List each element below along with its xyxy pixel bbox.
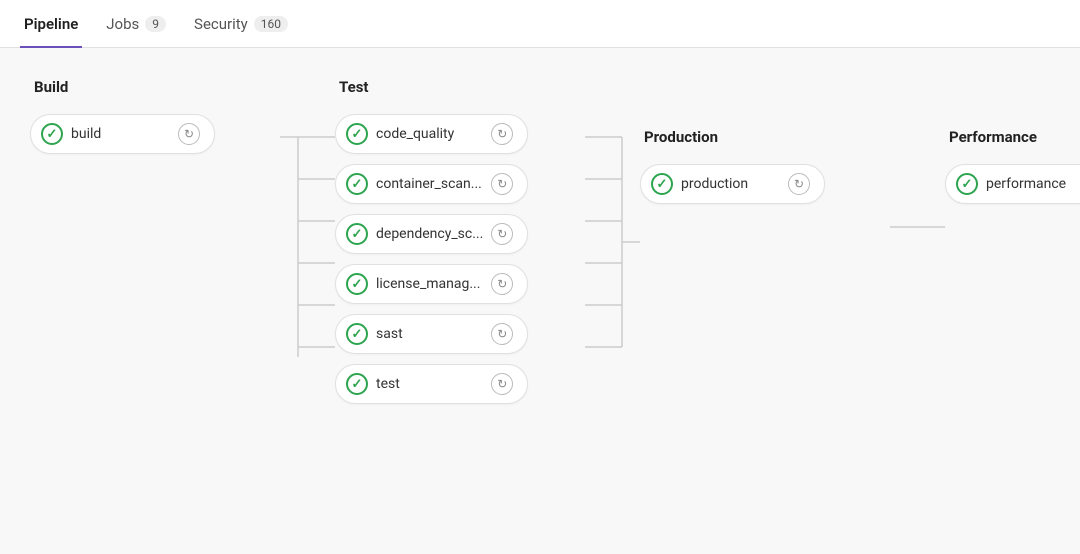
job-production-name: production	[681, 176, 780, 192]
job-sast-name: sast	[376, 326, 483, 342]
retry-icon-container-scan[interactable]: ↻	[491, 173, 513, 195]
job-code-quality[interactable]: code_quality ↻	[335, 114, 528, 154]
tab-bar: Pipeline Jobs 9 Security 160	[0, 0, 1080, 48]
connector-test-production	[585, 78, 640, 382]
job-production[interactable]: production ↻	[640, 164, 825, 204]
check-icon-container-scan	[346, 173, 368, 195]
job-license-manag-name: license_manag...	[376, 276, 483, 292]
connector-svg-production-performance	[890, 212, 945, 252]
retry-icon-dependency-sc[interactable]: ↻	[491, 223, 513, 245]
production-stage-wrapper: Production production ↻	[640, 78, 945, 252]
job-performance-name: performance	[986, 176, 1080, 192]
job-build-name: build	[71, 126, 170, 142]
job-test[interactable]: test ↻	[335, 364, 528, 404]
test-stage-wrapper: Test code_quality ↻ container_scan... ↻	[335, 78, 640, 404]
check-icon-code-quality	[346, 123, 368, 145]
check-icon-dependency-sc	[346, 223, 368, 245]
production-stage-header: Production	[640, 128, 718, 146]
check-icon-test	[346, 373, 368, 395]
retry-icon-code-quality[interactable]: ↻	[491, 123, 513, 145]
test-stage: Test code_quality ↻ container_scan... ↻	[335, 78, 585, 404]
tab-pipeline[interactable]: Pipeline	[20, 1, 82, 48]
job-dependency-sc-name: dependency_sc...	[376, 226, 483, 242]
tab-security[interactable]: Security 160	[190, 1, 292, 48]
job-license-manag[interactable]: license_manag... ↻	[335, 264, 528, 304]
production-stage-jobs: production ↻	[640, 164, 825, 204]
connector-svg-test-production	[585, 122, 640, 382]
build-stage: Build build ↻	[30, 78, 280, 154]
job-container-scan-name: container_scan...	[376, 176, 483, 192]
performance-stage-jobs: performance ↻	[945, 164, 1080, 204]
pipeline-content: Build build ↻	[0, 48, 1080, 434]
retry-icon-test[interactable]: ↻	[491, 373, 513, 395]
connector-svg-build-test	[280, 122, 335, 382]
tab-jobs[interactable]: Jobs 9	[102, 1, 170, 48]
test-stage-header: Test	[335, 78, 369, 96]
retry-icon-sast[interactable]: ↻	[491, 323, 513, 345]
connector-build-test	[280, 78, 335, 382]
tab-jobs-label: Jobs	[106, 15, 139, 33]
build-stage-jobs: build ↻	[30, 114, 215, 154]
check-icon-license-manag	[346, 273, 368, 295]
performance-stage-header: Performance	[945, 128, 1037, 146]
performance-stage: Performance performance ↻	[945, 78, 1080, 204]
build-stage-header: Build	[30, 78, 68, 96]
retry-icon-license-manag[interactable]: ↻	[491, 273, 513, 295]
job-dependency-sc[interactable]: dependency_sc... ↻	[335, 214, 528, 254]
build-stage-wrapper: Build build ↻	[30, 78, 335, 382]
tab-security-badge: 160	[254, 16, 288, 32]
job-sast[interactable]: sast ↻	[335, 314, 528, 354]
check-icon-build	[41, 123, 63, 145]
check-icon-performance	[956, 173, 978, 195]
tab-pipeline-label: Pipeline	[24, 15, 78, 33]
job-code-quality-name: code_quality	[376, 126, 483, 142]
retry-icon-build[interactable]: ↻	[178, 123, 200, 145]
retry-icon-production[interactable]: ↻	[788, 173, 810, 195]
check-icon-production	[651, 173, 673, 195]
job-performance[interactable]: performance ↻	[945, 164, 1080, 204]
tab-jobs-badge: 9	[145, 16, 166, 32]
job-build[interactable]: build ↻	[30, 114, 215, 154]
check-icon-sast	[346, 323, 368, 345]
connector-production-performance	[890, 78, 945, 252]
job-test-name: test	[376, 376, 483, 392]
job-container-scan[interactable]: container_scan... ↻	[335, 164, 528, 204]
tab-security-label: Security	[194, 15, 248, 33]
test-stage-jobs: code_quality ↻ container_scan... ↻ depen…	[335, 114, 528, 404]
production-stage: Production production ↻	[640, 78, 890, 204]
stages-container: Build build ↻	[30, 78, 1050, 404]
